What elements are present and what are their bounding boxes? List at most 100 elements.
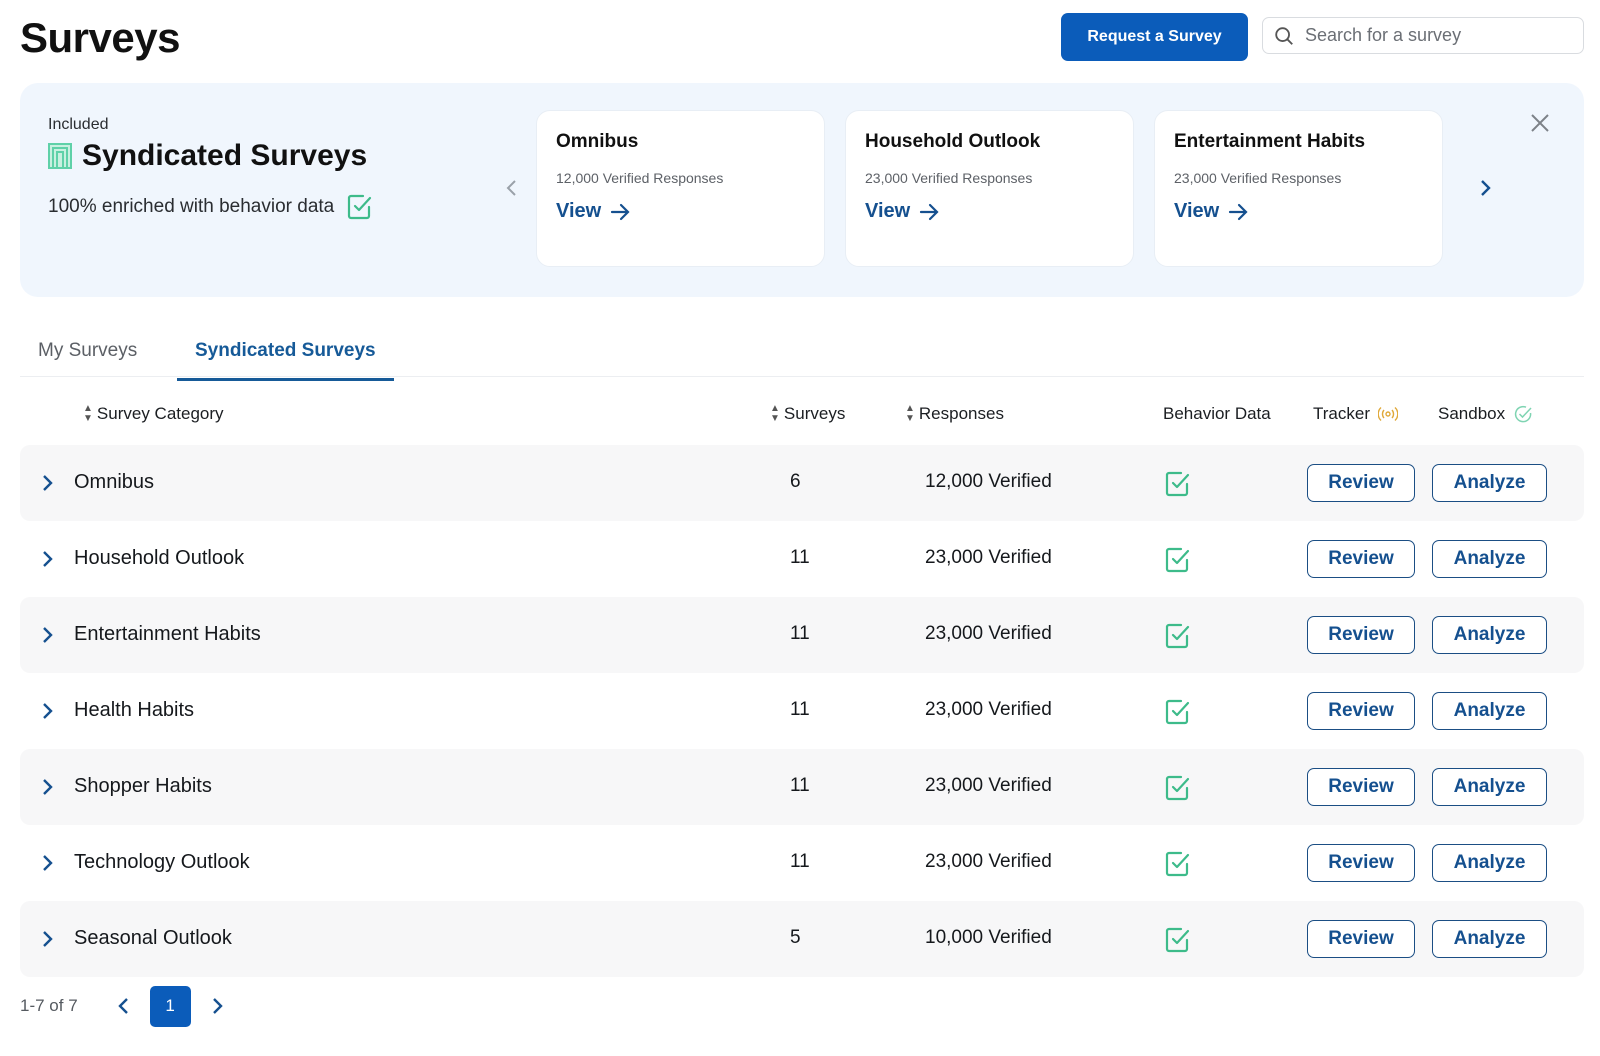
survey-category: Omnibus: [74, 471, 155, 493]
response-count: 10,000 Verified: [925, 927, 1052, 948]
analyze-button[interactable]: Analyze: [1432, 616, 1547, 654]
survey-count: 11: [790, 623, 810, 644]
analyze-button[interactable]: Analyze: [1432, 768, 1547, 806]
tab-bar: My Surveys Syndicated Surveys: [20, 320, 1584, 381]
survey-category: Seasonal Outlook: [74, 927, 232, 949]
chevron-right-icon[interactable]: [38, 777, 56, 797]
column-surveys[interactable]: ▲ ▼ Surveys: [770, 404, 845, 424]
tab-my-surveys[interactable]: My Surveys: [38, 340, 137, 362]
checkbox-check-icon: [348, 194, 372, 220]
checkbox-check-icon: [1165, 699, 1190, 725]
syndicated-banner: Included Syndicated Surveys 100% enriche…: [20, 83, 1584, 297]
survey-count: 11: [790, 699, 810, 720]
column-survey-category[interactable]: ▲ ▼ Survey Category: [83, 404, 224, 424]
tab-syndicated-surveys[interactable]: Syndicated Surveys: [177, 340, 394, 381]
banner-subtitle: 100% enriched with behavior data: [48, 193, 374, 221]
chevron-right-icon[interactable]: [38, 929, 56, 949]
sort-icon: ▲ ▼: [905, 403, 915, 424]
chevron-right-icon[interactable]: [38, 549, 56, 569]
analyze-button[interactable]: Analyze: [1432, 540, 1547, 578]
page-title: Surveys: [20, 14, 180, 61]
survey-count: 5: [790, 927, 801, 948]
arrow-right-icon: [1229, 203, 1248, 220]
survey-card-household-outlook[interactable]: Household Outlook 23,000 Verified Respon…: [845, 110, 1134, 267]
response-count: 23,000 Verified: [925, 699, 1052, 720]
column-responses[interactable]: ▲ ▼ Responses: [905, 404, 1004, 424]
carousel-prev-icon[interactable]: [502, 176, 522, 200]
survey-card-omnibus[interactable]: Omnibus 12,000 Verified Responses View: [536, 110, 825, 267]
chevron-right-icon[interactable]: [38, 701, 56, 721]
column-sandbox: Sandbox: [1438, 404, 1533, 424]
carousel-next-icon[interactable]: [1475, 176, 1495, 200]
analyze-button[interactable]: Analyze: [1432, 920, 1547, 958]
checkbox-check-icon: [1165, 623, 1190, 649]
survey-table: Omnibus 6 12,000 Verified Review Analyze Hous…: [20, 445, 1584, 977]
view-link[interactable]: View: [556, 200, 805, 223]
table-row: Entertainment Habits 11 23,000 Verified Rev…: [20, 597, 1584, 673]
table-row: Household Outlook 11 23,000 Verified Review…: [20, 521, 1584, 597]
response-count: 23,000 Verified: [925, 851, 1052, 872]
chevron-right-icon[interactable]: [38, 473, 56, 493]
survey-category: Shopper Habits: [74, 775, 212, 797]
table-row: Seasonal Outlook 5 10,000 Verified Review An…: [20, 901, 1584, 977]
column-behavior-data: Behavior Data: [1163, 404, 1271, 423]
response-count: 23,000 Verified: [925, 547, 1052, 568]
table-row: Shopper Habits 11 23,000 Verified Review Ana…: [20, 749, 1584, 825]
table-row: Health Habits 11 23,000 Verified Review Anal…: [20, 673, 1584, 749]
pagination-next-icon[interactable]: [207, 995, 227, 1017]
pagination-prev-icon[interactable]: [114, 995, 134, 1017]
syndicated-logo-icon: [48, 143, 72, 169]
checkbox-check-icon: [1165, 471, 1190, 497]
sort-icon: ▲ ▼: [83, 403, 93, 424]
survey-category: Health Habits: [74, 699, 195, 721]
survey-category: Technology Outlook: [74, 851, 250, 873]
view-link[interactable]: View: [865, 200, 1114, 223]
survey-count: 11: [790, 547, 810, 568]
survey-count: 11: [790, 851, 810, 872]
table-header: ▲ ▼ Survey Category ▲ ▼ Surveys ▲ ▼ Respons…: [20, 396, 1584, 432]
table-row: Technology Outlook 11 23,000 Verified Revie…: [20, 825, 1584, 901]
search-icon: [1275, 26, 1293, 45]
circle-check-icon: [1514, 405, 1532, 423]
checkbox-check-icon: [1165, 775, 1190, 801]
search-input[interactable]: [1305, 25, 1575, 46]
analyze-button[interactable]: Analyze: [1432, 692, 1547, 730]
review-button[interactable]: Review: [1307, 920, 1415, 958]
review-button[interactable]: Review: [1307, 844, 1415, 882]
analyze-button[interactable]: Analyze: [1432, 464, 1547, 502]
pagination-page-current[interactable]: 1: [149, 985, 191, 1027]
view-link[interactable]: View: [1174, 200, 1423, 223]
response-count: 12,000 Verified: [925, 471, 1052, 492]
arrow-right-icon: [920, 203, 939, 220]
survey-count: 11: [790, 775, 810, 796]
survey-card-entertainment-habits[interactable]: Entertainment Habits 23,000 Verified Res…: [1154, 110, 1443, 267]
response-count: 23,000 Verified: [925, 623, 1052, 644]
banner-title: Syndicated Surveys: [48, 139, 367, 173]
survey-category: Entertainment Habits: [74, 623, 261, 645]
column-tracker: Tracker: [1313, 404, 1398, 424]
review-button[interactable]: Review: [1307, 616, 1415, 654]
close-icon[interactable]: [1528, 111, 1552, 135]
banner-eyebrow: Included: [48, 116, 109, 133]
analyze-button[interactable]: Analyze: [1432, 844, 1547, 882]
chevron-right-icon[interactable]: [38, 625, 56, 645]
review-button[interactable]: Review: [1307, 768, 1415, 806]
checkbox-check-icon: [1165, 851, 1190, 877]
pagination-range: 1-7 of 7: [20, 996, 78, 1015]
chevron-right-icon[interactable]: [38, 853, 56, 873]
table-row: Omnibus 6 12,000 Verified Review Analyze: [20, 445, 1584, 521]
search-field[interactable]: [1262, 17, 1584, 54]
pagination: 1-7 of 7 1: [20, 985, 227, 1027]
review-button[interactable]: Review: [1307, 692, 1415, 730]
arrow-right-icon: [611, 203, 630, 220]
checkbox-check-icon: [1165, 927, 1190, 953]
review-button[interactable]: Review: [1307, 464, 1415, 502]
survey-category: Household Outlook: [74, 547, 245, 569]
response-count: 23,000 Verified: [925, 775, 1052, 796]
sort-icon: ▲ ▼: [770, 403, 780, 424]
review-button[interactable]: Review: [1307, 540, 1415, 578]
request-survey-button[interactable]: Request a Survey: [1061, 13, 1248, 61]
broadcast-icon: [1378, 406, 1398, 422]
survey-count: 6: [790, 471, 801, 492]
checkbox-check-icon: [1165, 547, 1190, 573]
